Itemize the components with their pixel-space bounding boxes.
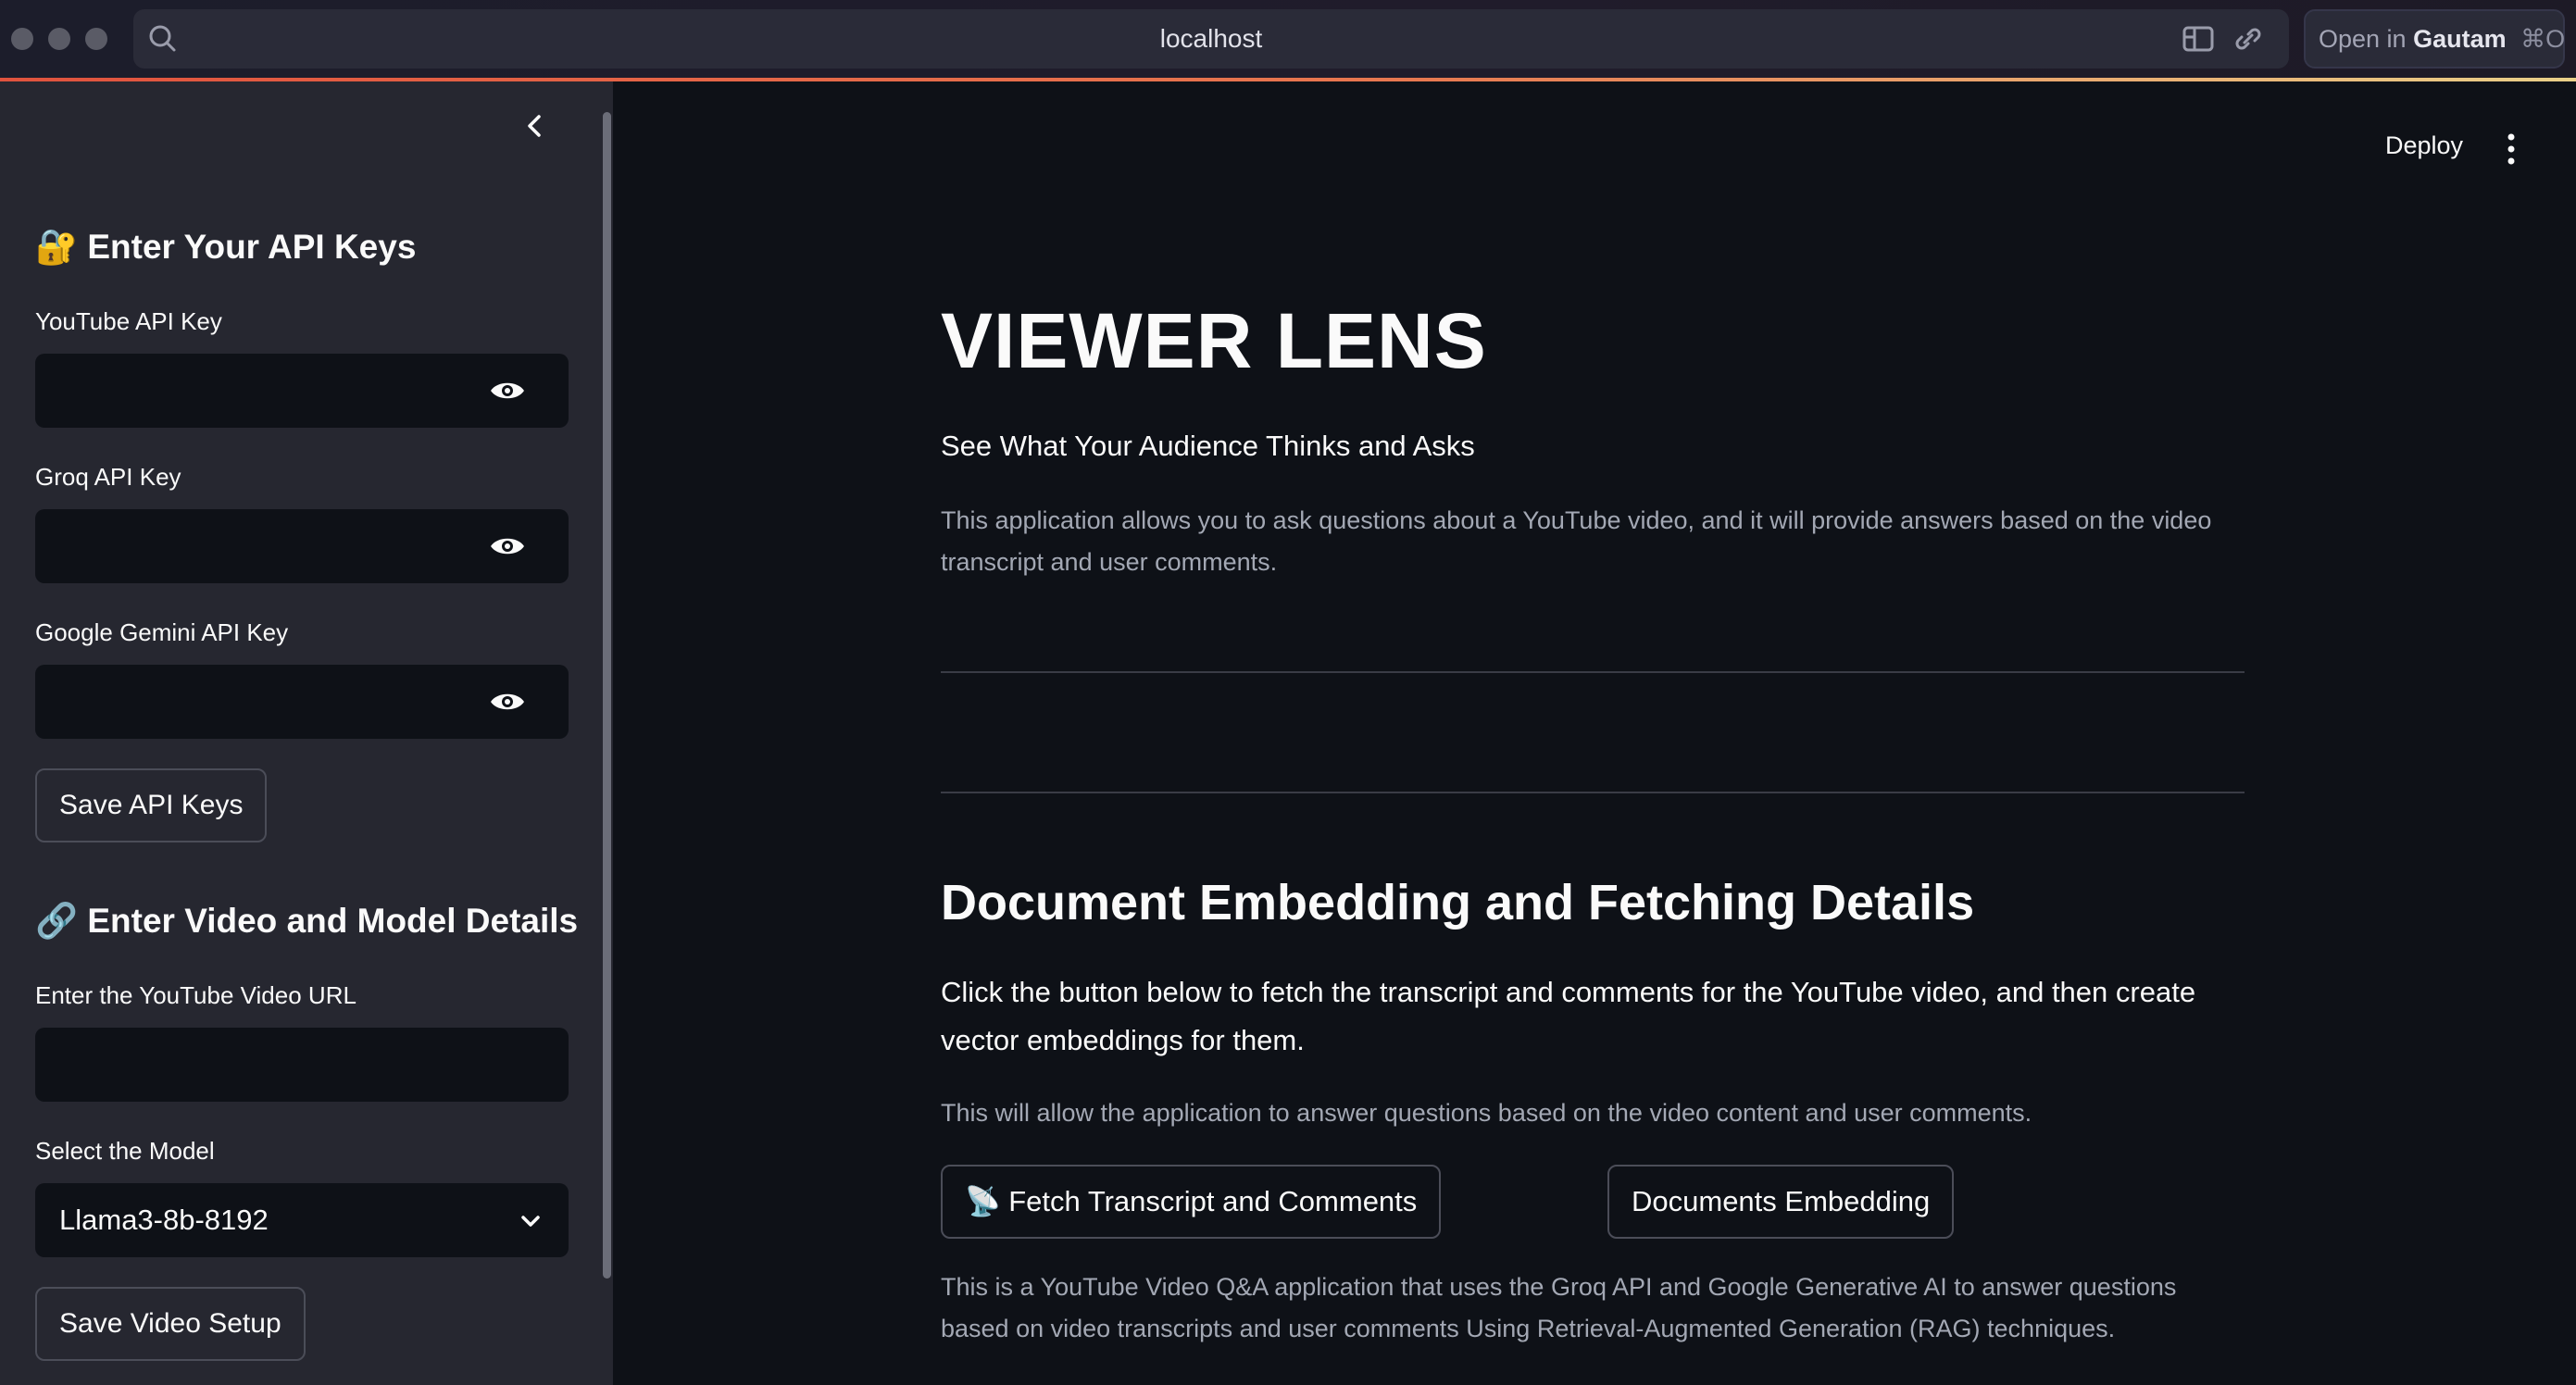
browser-toolbar: localhost Open in Gautam ⌘O — [0, 0, 2576, 78]
save-api-keys-button[interactable]: Save API Keys — [35, 768, 268, 842]
collapse-sidebar-icon[interactable] — [519, 109, 552, 143]
api-keys-heading-text: Enter Your API Keys — [87, 228, 417, 266]
footer-text: This is a YouTube Video Q&A application … — [941, 1273, 2177, 1342]
section-title: Document Embedding and Fetching Details — [941, 875, 1975, 930]
lock-key-icon: 🔐 — [35, 228, 79, 266]
model-select[interactable]: Llama3-8b-8192 — [35, 1183, 569, 1257]
fetch-transcript-label: Fetch Transcript and Comments — [1008, 1185, 1418, 1217]
gemini-key-label: Google Gemini API Key — [35, 618, 289, 646]
minimize-window-button[interactable] — [48, 28, 70, 50]
documents-embedding-button[interactable]: Documents Embedding — [1607, 1165, 1955, 1239]
api-keys-heading: 🔐 Enter Your API Keys — [35, 228, 416, 268]
chevron-down-icon — [521, 1216, 540, 1227]
fetch-transcript-button[interactable]: 📡 Fetch Transcript and Comments — [941, 1165, 1442, 1239]
address-bar[interactable]: localhost — [133, 9, 2289, 69]
video-url-label: Enter the YouTube Video URL — [35, 981, 356, 1009]
open-in-app-button[interactable]: Open in Gautam ⌘O — [2304, 9, 2565, 69]
show-password-icon[interactable] — [489, 690, 526, 714]
sidebar-toggle-icon[interactable] — [2182, 24, 2219, 54]
sidebar-scrollbar[interactable] — [603, 112, 611, 1279]
video-url-input[interactable] — [35, 1028, 569, 1102]
open-in-shortcut: ⌘O — [2520, 25, 2566, 53]
video-model-heading: 🔗 Enter Video and Model Details — [35, 902, 578, 942]
deploy-button[interactable]: Deploy — [2385, 131, 2463, 160]
intro-text: This application allows you to ask quest… — [941, 506, 2212, 576]
link-icon[interactable] — [2230, 24, 2267, 54]
more-menu-icon[interactable] — [2500, 131, 2522, 167]
video-model-heading-text: Enter Video and Model Details — [87, 902, 579, 940]
page-subtitle: See What Your Audience Thinks and Asks — [941, 430, 1475, 462]
close-window-button[interactable] — [11, 28, 33, 50]
page-title: VIEWER LENS — [941, 297, 1487, 384]
model-select-label: Select the Model — [35, 1137, 215, 1165]
section-body: Click the button below to fetch the tran… — [941, 976, 2196, 1056]
open-in-prefix: Open in — [2319, 25, 2407, 53]
divider — [941, 792, 2245, 793]
show-password-icon[interactable] — [489, 534, 526, 558]
open-in-app-name: Gautam — [2413, 25, 2507, 53]
sidebar: 🔐 Enter Your API Keys YouTube API Key Gr… — [0, 81, 613, 1385]
url-text: localhost — [1159, 24, 1263, 53]
groq-key-label: Groq API Key — [35, 463, 181, 491]
divider — [941, 671, 2245, 673]
satellite-icon: 📡 — [965, 1185, 1001, 1217]
section-note: This will allow the application to answe… — [941, 1099, 2032, 1127]
link-icon: 🔗 — [35, 902, 79, 940]
save-video-setup-button[interactable]: Save Video Setup — [35, 1287, 306, 1361]
show-password-icon[interactable] — [489, 379, 526, 403]
model-select-value: Llama3-8b-8192 — [59, 1204, 269, 1236]
maximize-window-button[interactable] — [85, 28, 107, 50]
youtube-key-label: YouTube API Key — [35, 307, 222, 335]
